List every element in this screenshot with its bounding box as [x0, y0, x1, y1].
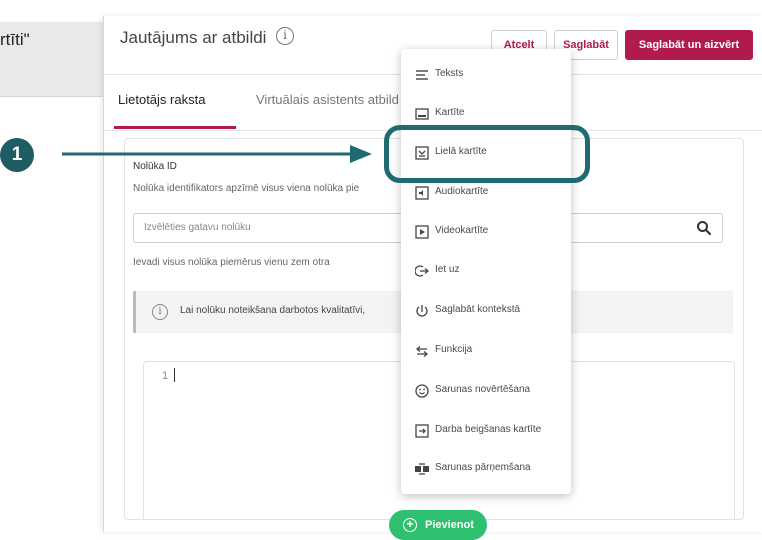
background-text-fragment: rtīti" [0, 30, 30, 49]
text-caret [174, 368, 175, 382]
menu-item-label: Sarunas pārņemšana [435, 462, 531, 473]
function-arrows-icon [415, 346, 429, 357]
smiley-icon [415, 384, 429, 398]
tab-user-writes[interactable]: Lietotājs raksta [118, 92, 205, 107]
menu-item-text[interactable]: Teksts [401, 57, 571, 93]
step-number-badge: 1 [0, 138, 34, 172]
handover-icon [415, 463, 429, 475]
response-type-menu: Teksts Kartīte Lielā kartīte Audiokartīt… [401, 49, 571, 494]
highlight-ring [384, 125, 590, 183]
intent-id-label: Nolūka ID [133, 161, 177, 172]
menu-item-function[interactable]: Funkcija [401, 333, 571, 369]
info-icon[interactable]: i [276, 27, 294, 45]
info-icon: i [152, 304, 168, 320]
info-notice-text: Lai nolūku noteikšana darbotos kvalitatī… [180, 305, 366, 316]
save-and-close-button[interactable]: Saglabāt un aizvērt [625, 30, 753, 60]
page-title: Jautājums ar atbildi [120, 28, 267, 47]
menu-item-label: Sarunas novērtēšana [435, 384, 531, 395]
menu-item-label: Audiokartīte [435, 186, 489, 197]
menu-item-label: Teksts [435, 68, 464, 79]
audio-card-icon [415, 186, 429, 200]
card-icon [415, 108, 429, 120]
menu-item-handover[interactable]: Sarunas pārņemšana [401, 451, 571, 487]
menu-item-label: Videokartīte [435, 225, 489, 236]
save-context-icon [416, 305, 428, 317]
line-number: 1 [162, 370, 169, 382]
add-button-label: Pievienot [425, 519, 474, 531]
menu-item-video-card[interactable]: Videokartīte [401, 214, 571, 250]
search-icon[interactable] [696, 220, 712, 236]
video-card-icon [415, 225, 429, 239]
intent-id-description: Nolūka identifikators apzīmē visus viena… [133, 183, 360, 194]
tab-assistant-answers[interactable]: Virtuālais asistents atbild [256, 92, 399, 107]
menu-item-label: Funkcija [435, 344, 473, 355]
plus-circle-icon: + [403, 518, 417, 532]
goto-arrow-icon [415, 265, 429, 277]
menu-item-end-card[interactable]: Darba beigšanas kartīte [401, 413, 571, 449]
menu-item-rating[interactable]: Sarunas novērtēšana [401, 373, 571, 409]
menu-item-label: Iet uz [435, 264, 460, 275]
end-card-icon [415, 424, 429, 438]
menu-item-goto[interactable]: Iet uz [401, 253, 571, 289]
menu-item-label: Kartīte [435, 107, 465, 118]
intent-select-placeholder: Izvēlēties gatavu nolūku [144, 222, 251, 233]
menu-item-label: Darba beigšanas kartīte [435, 424, 542, 435]
menu-item-label: Saglabāt kontekstā [435, 304, 521, 315]
examples-hint: Ievadi visus nolūka piemērus vienu zem o… [133, 257, 330, 268]
text-lines-icon [416, 70, 428, 80]
active-tab-indicator [114, 126, 236, 129]
add-button[interactable]: + Pievienot [389, 510, 487, 540]
background-text-strip: rtīti" [0, 22, 103, 97]
menu-item-save-context[interactable]: Saglabāt kontekstā [401, 293, 571, 329]
